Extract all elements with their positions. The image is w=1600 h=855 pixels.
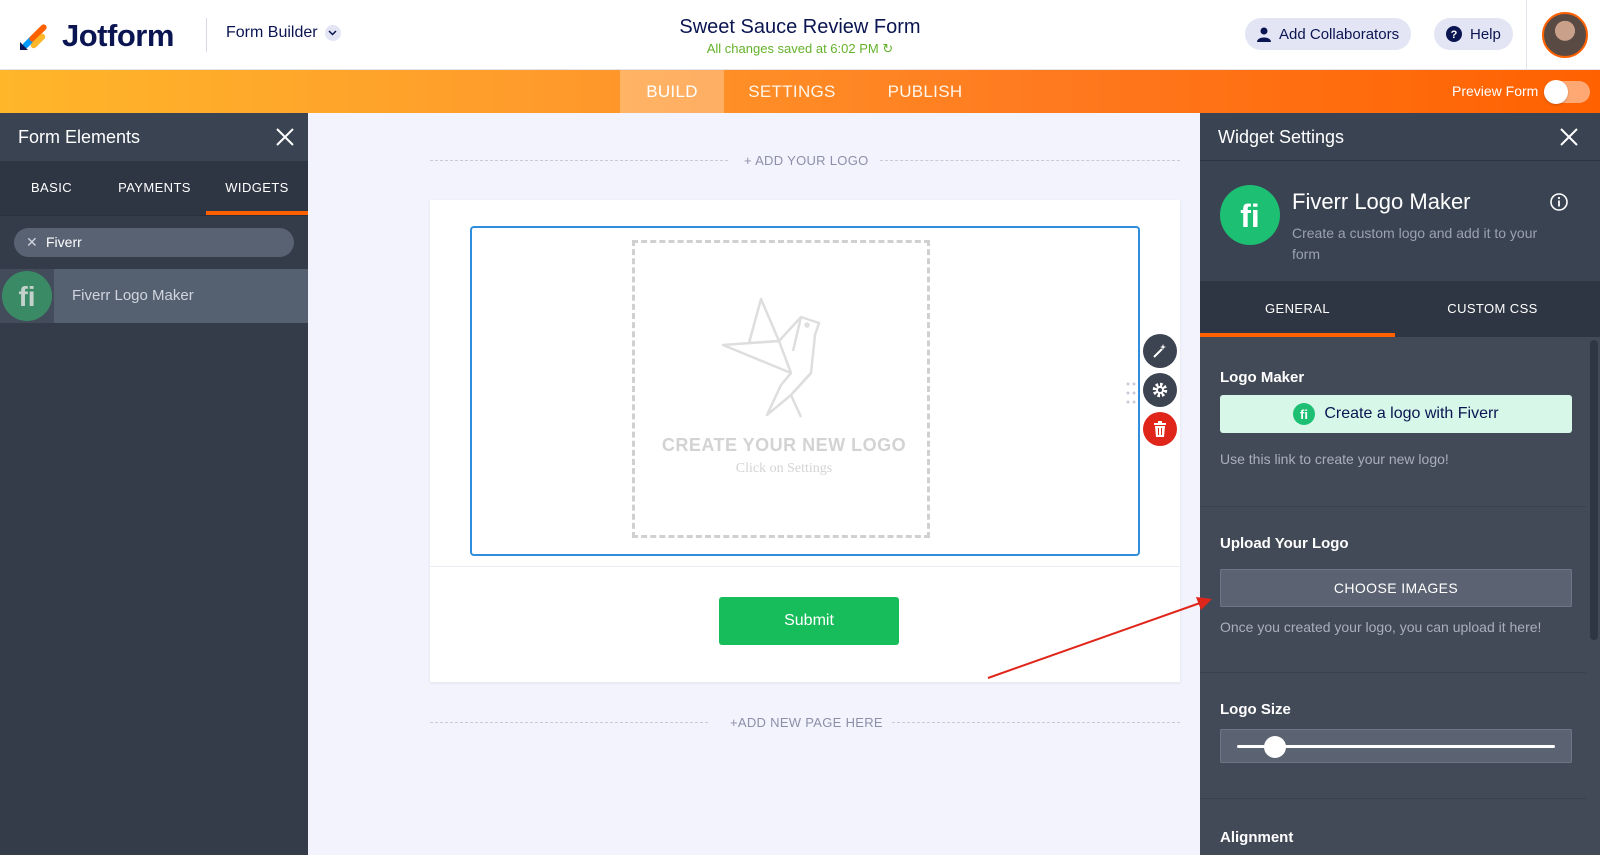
card-divider (430, 566, 1180, 567)
widget-settings-panel: Widget Settings fi Fiverr Logo Maker Cre… (1200, 113, 1600, 855)
svg-text:fi: fi (1240, 198, 1260, 234)
choose-images-button[interactable]: CHOOSE IMAGES (1220, 569, 1572, 607)
widget-settings-title: Widget Settings (1218, 127, 1345, 147)
widget-description: Create a custom logo and add it to your … (1292, 225, 1538, 262)
tab-settings[interactable]: SETTINGS (736, 70, 848, 113)
header-divider (206, 18, 207, 52)
create-logo-fiverr-label: Create a logo with Fiverr (1324, 405, 1499, 422)
form-elements-header: Form Elements (0, 113, 308, 161)
alignment-label: Alignment (1220, 829, 1294, 846)
widget-name: Fiverr Logo Maker (1292, 189, 1471, 214)
tab-basic[interactable]: BASIC (0, 161, 103, 215)
widget-list-item[interactable]: fi Fiverr Logo Maker (0, 269, 308, 323)
help-label: Help (1470, 25, 1501, 43)
drag-handle-icon[interactable] (1126, 381, 1136, 405)
settings-scrollbar[interactable] (1590, 340, 1598, 640)
slider-handle[interactable] (1264, 736, 1287, 758)
logo-placeholder: CREATE YOUR NEW LOGO Click on Settings (632, 240, 930, 538)
logo-maker-section: Logo Maker fi Create a logo with Fiverr … (1200, 337, 1586, 507)
settings-tabs: GENERAL CUSTOM CSS (1200, 281, 1600, 337)
add-new-page-link[interactable]: +ADD NEW PAGE HERE (730, 715, 883, 730)
dashed-divider (430, 722, 708, 723)
form-elements-title: Form Elements (18, 127, 141, 147)
gear-icon (1152, 382, 1168, 398)
fiverr-widget-field[interactable]: CREATE YOUR NEW LOGO Click on Settings (470, 226, 1140, 556)
info-icon[interactable] (1550, 193, 1568, 211)
widget-list-item-label: Fiverr Logo Maker (72, 287, 194, 304)
alignment-section: Alignment (1200, 799, 1586, 855)
jotform-logo-icon (18, 20, 50, 52)
close-icon[interactable] (1558, 126, 1580, 148)
upload-logo-section: Upload Your Logo CHOOSE IMAGES Once you … (1200, 507, 1586, 673)
logo-size-slider[interactable] (1220, 729, 1572, 763)
tab-payments[interactable]: PAYMENTS (103, 161, 206, 215)
chevron-down-icon (324, 25, 341, 41)
clear-search-icon[interactable]: ✕ (26, 228, 38, 257)
help-button[interactable]: ? Help (1434, 18, 1513, 50)
widget-settings-header: Widget Settings (1200, 113, 1600, 161)
form-elements-panel: Form Elements BASIC PAYMENTS WIDGETS ✕ F… (0, 113, 308, 855)
tab-general[interactable]: GENERAL (1200, 281, 1395, 337)
add-collaborators-label: Add Collaborators (1279, 25, 1400, 43)
upload-logo-help: Once you created your logo, you can uplo… (1220, 619, 1542, 635)
tab-widgets[interactable]: WIDGETS (206, 161, 308, 215)
settings-tool-button[interactable] (1143, 373, 1177, 407)
jotform-logo[interactable]: Jotform (18, 18, 174, 54)
trash-icon (1154, 421, 1166, 437)
placeholder-title: CREATE YOUR NEW LOGO (661, 435, 907, 455)
logo-size-label: Logo Size (1220, 701, 1291, 718)
fiverr-icon: fi (1293, 403, 1316, 425)
element-tabs: BASIC PAYMENTS WIDGETS (0, 161, 308, 215)
logo-maker-label: Logo Maker (1220, 369, 1305, 386)
add-collaborators-button[interactable]: Add Collaborators (1245, 18, 1412, 50)
bird-icon (721, 297, 821, 418)
user-icon (1257, 27, 1271, 42)
logo-size-section: Logo Size (1200, 673, 1586, 799)
upload-logo-label: Upload Your Logo (1220, 535, 1349, 552)
toggle-knob (1544, 80, 1568, 104)
refresh-icon: ↻ (882, 41, 894, 56)
delete-tool-button[interactable] (1143, 412, 1177, 446)
svg-text:fi: fi (1300, 407, 1308, 422)
add-logo-link[interactable]: + ADD YOUR LOGO (744, 153, 869, 168)
placeholder-subtitle: Click on Settings (735, 461, 833, 476)
tab-build[interactable]: BUILD (620, 70, 724, 113)
avatar-divider (1526, 0, 1527, 70)
fiverr-icon: fi (0, 269, 54, 323)
dashed-divider (880, 160, 1180, 161)
form-title-area: Sweet Sauce Review Form All changes save… (600, 16, 1000, 57)
preview-form-toggle[interactable] (1544, 80, 1590, 104)
magic-wand-icon (1153, 344, 1166, 358)
tab-custom-css[interactable]: CUSTOM CSS (1395, 281, 1590, 337)
submit-button[interactable]: Submit (719, 597, 899, 645)
search-area: ✕ Fiverr (0, 215, 308, 269)
fiverr-logo-icon: fi (1220, 185, 1280, 245)
user-avatar[interactable] (1542, 12, 1588, 58)
save-status: All changes saved at 6:02 PM ↻ (600, 41, 1000, 57)
svg-text:?: ? (1451, 29, 1458, 41)
form-card: CREATE YOUR NEW LOGO Click on Settings S… (430, 200, 1180, 682)
brand-name: Jotform (62, 18, 174, 53)
close-icon[interactable] (274, 126, 296, 148)
preview-form-label: Preview Form (1452, 83, 1539, 99)
form-title[interactable]: Sweet Sauce Review Form (600, 16, 1000, 39)
settings-body: Logo Maker fi Create a logo with Fiverr … (1200, 337, 1586, 855)
save-status-text: All changes saved at 6:02 PM (706, 41, 879, 56)
question-icon: ? (1446, 26, 1462, 42)
form-builder-menu[interactable]: Form Builder (226, 24, 341, 42)
widget-info: fi Fiverr Logo Maker Create a custom log… (1200, 161, 1600, 281)
top-header: Jotform Form Builder Sweet Sauce Review … (0, 0, 1600, 70)
tab-publish[interactable]: PUBLISH (870, 70, 980, 113)
wand-tool-button[interactable] (1143, 334, 1177, 368)
dashed-divider (892, 722, 1180, 723)
svg-text:fi: fi (18, 281, 35, 312)
widget-search-input[interactable]: ✕ Fiverr (14, 228, 294, 257)
dashed-divider (430, 160, 728, 161)
create-logo-fiverr-button[interactable]: fi Create a logo with Fiverr (1220, 395, 1572, 433)
form-canvas: + ADD YOUR LOGO CREATE YOUR NEW LOGO Cli… (308, 113, 1200, 855)
search-value: Fiverr (46, 234, 82, 250)
logo-maker-help: Use this link to create your new logo! (1220, 451, 1449, 467)
form-builder-label: Form Builder (226, 24, 318, 41)
builder-nav: BUILD SETTINGS PUBLISH Preview Form (0, 70, 1600, 113)
